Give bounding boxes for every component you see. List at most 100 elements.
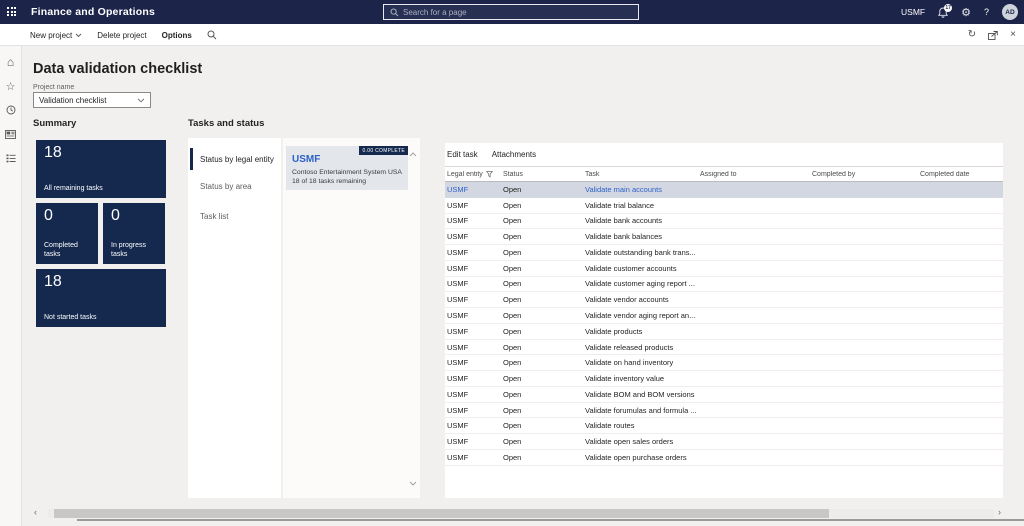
column-header-status[interactable]: Status bbox=[501, 171, 583, 178]
tab-status-by-area[interactable]: Status by area bbox=[188, 176, 281, 196]
table-row[interactable]: USMF Open Validate routes bbox=[445, 418, 1003, 435]
column-header-task[interactable]: Task bbox=[583, 171, 698, 178]
edit-task-button[interactable]: Edit task bbox=[447, 150, 478, 159]
cell-legal-entity: USMF bbox=[447, 389, 469, 399]
modules-list-icon[interactable] bbox=[0, 146, 21, 170]
page-search-box[interactable] bbox=[383, 4, 639, 20]
action-search-icon[interactable] bbox=[207, 30, 217, 40]
table-row[interactable]: USMF Open Validate open sales orders bbox=[445, 434, 1003, 451]
table-row[interactable]: USMF Open Validate open purchase orders bbox=[445, 450, 1003, 466]
close-icon[interactable]: × bbox=[1010, 30, 1016, 40]
search-input[interactable] bbox=[403, 7, 603, 17]
app-launcher-icon[interactable] bbox=[7, 7, 16, 16]
table-header-row: Legal entity Status Task Assigned to Complet… bbox=[445, 166, 1003, 182]
column-header-completed-by[interactable]: Completed by bbox=[810, 171, 918, 178]
cell-task[interactable]: Validate trial balance bbox=[583, 201, 698, 210]
tab-task-list[interactable]: Task list bbox=[188, 206, 281, 226]
cell-legal-entity: USMF bbox=[447, 342, 469, 352]
cell-task[interactable]: Validate outstanding bank trans... bbox=[583, 248, 698, 257]
cell-task[interactable]: Validate main accounts bbox=[583, 185, 698, 194]
company-picker[interactable]: USMF bbox=[901, 7, 925, 17]
recent-clock-icon[interactable] bbox=[0, 98, 21, 122]
column-header-completed-date[interactable]: Completed date bbox=[918, 171, 1001, 178]
hscrollbar-track[interactable] bbox=[48, 509, 994, 518]
cell-task[interactable]: Validate customer aging report ... bbox=[583, 279, 698, 288]
project-name-value: Validation checklist bbox=[39, 95, 107, 105]
cell-legal-entity: USMF bbox=[447, 421, 469, 431]
app-title[interactable]: Finance and Operations bbox=[31, 0, 155, 24]
favorites-star-icon[interactable]: ☆ bbox=[0, 74, 21, 98]
table-row[interactable]: USMF Open Validate forumulas and formula .… bbox=[445, 403, 1003, 419]
scroll-down-chevron-icon[interactable] bbox=[409, 481, 417, 486]
tile-label: Not started tasks bbox=[44, 313, 97, 321]
task-table-panel: Edit task Attachments Legal entity Status… bbox=[445, 143, 1003, 498]
table-row[interactable]: USMF Open Validate customer aging report .… bbox=[445, 277, 1003, 293]
table-row[interactable]: USMF Open Validate vendor accounts bbox=[445, 292, 1003, 309]
table-row[interactable]: USMF Open Validate on hand inventory bbox=[445, 355, 1003, 372]
table-row[interactable]: USMF Open Validate customer accounts bbox=[445, 261, 1003, 277]
entity-card-title[interactable]: USMF bbox=[292, 154, 320, 165]
table-row[interactable]: USMF Open Validate inventory value bbox=[445, 371, 1003, 387]
open-in-new-window-icon[interactable] bbox=[988, 30, 998, 40]
project-name-select[interactable]: Validation checklist bbox=[33, 92, 151, 108]
home-icon[interactable]: ⌂ bbox=[0, 50, 21, 74]
hscroll-right-arrow[interactable]: › bbox=[998, 507, 1001, 517]
table-row[interactable]: USMF Open Validate bank balances bbox=[445, 229, 1003, 246]
table-row[interactable]: USMF Open Validate main accounts bbox=[445, 182, 1003, 198]
legal-entity-card[interactable]: 0.00 COMPLETE USMF Contoso Entertainment… bbox=[286, 146, 408, 190]
notifications-button[interactable]: 17 bbox=[938, 3, 953, 18]
table-row[interactable]: USMF Open Validate trial balance bbox=[445, 198, 1003, 214]
cell-task[interactable]: Validate products bbox=[583, 327, 698, 336]
cell-task[interactable]: Validate vendor accounts bbox=[583, 295, 698, 304]
delete-project-button[interactable]: Delete project bbox=[97, 31, 146, 40]
help-button[interactable]: ? bbox=[984, 7, 989, 17]
cell-task[interactable]: Validate open sales orders bbox=[583, 437, 698, 446]
cell-legal-entity: USMF bbox=[447, 326, 469, 336]
table-row[interactable]: USMF Open Validate released products bbox=[445, 340, 1003, 356]
table-row[interactable]: USMF Open Validate vendor aging report an.… bbox=[445, 308, 1003, 324]
tab-label: Status by legal entity bbox=[200, 154, 274, 164]
options-button[interactable]: Options bbox=[162, 31, 192, 40]
scroll-up-chevron-icon[interactable] bbox=[409, 152, 417, 157]
cell-legal-entity: USMF bbox=[447, 311, 469, 320]
refresh-icon[interactable]: ↻ bbox=[968, 30, 976, 40]
entity-card-subtitle: Contoso Entertainment System USA bbox=[292, 169, 402, 176]
column-header-assigned-to[interactable]: Assigned to bbox=[698, 171, 810, 178]
cell-task[interactable]: Validate open purchase orders bbox=[583, 453, 698, 462]
table-row[interactable]: USMF Open Validate BOM and BOM versions bbox=[445, 387, 1003, 403]
tab-label: Task list bbox=[200, 211, 229, 221]
settings-gear-icon[interactable]: ⚙ bbox=[961, 6, 971, 19]
cell-status: Open bbox=[503, 184, 522, 194]
tab-status-by-legal-entity[interactable]: Status by legal entity bbox=[188, 146, 281, 172]
cell-status: Open bbox=[503, 389, 522, 399]
avatar[interactable]: AD bbox=[1002, 4, 1018, 20]
cell-task[interactable]: Validate bank balances bbox=[583, 232, 698, 241]
workspaces-icon[interactable] bbox=[0, 122, 21, 146]
cell-task[interactable]: Validate customer accounts bbox=[583, 264, 698, 273]
summary-tile[interactable]: 18 Not started tasks bbox=[36, 269, 166, 327]
new-project-button[interactable]: New project bbox=[30, 31, 82, 40]
cell-task[interactable]: Validate BOM and BOM versions bbox=[583, 390, 698, 399]
legal-entity-card-panel: 0.00 COMPLETE USMF Contoso Entertainment… bbox=[283, 138, 420, 498]
attachments-button[interactable]: Attachments bbox=[492, 150, 536, 159]
summary-tile[interactable]: 18 All remaining tasks bbox=[36, 140, 166, 198]
hscroll-left-arrow[interactable]: ‹ bbox=[34, 507, 37, 517]
summary-tile[interactable]: 0 In progress tasks bbox=[103, 203, 165, 264]
cell-task[interactable]: Validate released products bbox=[583, 343, 698, 352]
cell-status: Open bbox=[503, 263, 522, 273]
cell-legal-entity: USMF bbox=[447, 279, 469, 289]
cell-task[interactable]: Validate bank accounts bbox=[583, 216, 698, 225]
cell-task[interactable]: Validate inventory value bbox=[583, 374, 698, 383]
cell-task[interactable]: Validate vendor aging report an... bbox=[583, 311, 698, 320]
cell-task[interactable]: Validate forumulas and formula ... bbox=[583, 406, 698, 415]
chevron-down-icon bbox=[137, 97, 145, 102]
cell-status: Open bbox=[503, 374, 522, 384]
summary-tile[interactable]: 0 Completed tasks bbox=[36, 203, 98, 264]
table-row[interactable]: USMF Open Validate products bbox=[445, 324, 1003, 340]
table-row[interactable]: USMF Open Validate bank accounts bbox=[445, 214, 1003, 230]
table-row[interactable]: USMF Open Validate outstanding bank trans.… bbox=[445, 245, 1003, 261]
cell-task[interactable]: Validate routes bbox=[583, 421, 698, 430]
hscrollbar-thumb[interactable] bbox=[54, 509, 829, 518]
column-header-legal-entity[interactable]: Legal entity bbox=[445, 171, 501, 178]
cell-task[interactable]: Validate on hand inventory bbox=[583, 358, 698, 367]
